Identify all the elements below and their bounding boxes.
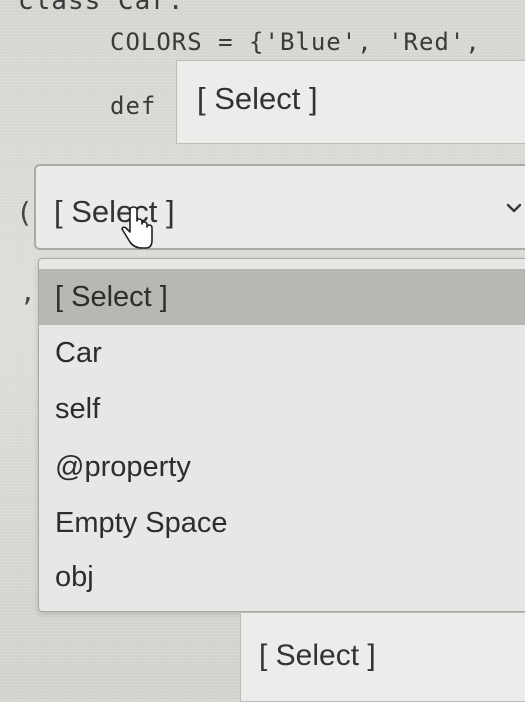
bottom-dropdown-label: [ Select ] [259, 639, 376, 672]
code-open-paren: ( [16, 196, 33, 229]
code-comma: , [20, 278, 36, 308]
main-select[interactable]: [ Select ] [34, 164, 525, 250]
dropdown-option-property[interactable]: @property [39, 439, 525, 495]
code-class-line: class Car: [18, 0, 185, 16]
chevron-down-icon[interactable] [506, 200, 522, 216]
dropdown-option-car[interactable]: Car [39, 325, 525, 381]
select-dropdown-menu: [ Select ] Car self @property Empty Spac… [38, 258, 525, 612]
dropdown-option-obj[interactable]: obj [39, 549, 525, 605]
bottom-dropdown[interactable]: [ Select ] [240, 612, 525, 702]
dropdown-option-select[interactable]: [ Select ] [39, 269, 525, 325]
dropdown-option-empty-space[interactable]: Empty Space [39, 495, 525, 551]
hand-cursor-icon [121, 206, 153, 249]
code-colors-line: COLORS = {'Blue', 'Red', [110, 28, 481, 56]
def-dropdown-label: [ Select ] [197, 81, 318, 116]
code-def-keyword: def [110, 92, 157, 120]
dropdown-option-self[interactable]: self [39, 381, 525, 437]
def-dropdown[interactable]: [ Select ] [176, 60, 525, 144]
